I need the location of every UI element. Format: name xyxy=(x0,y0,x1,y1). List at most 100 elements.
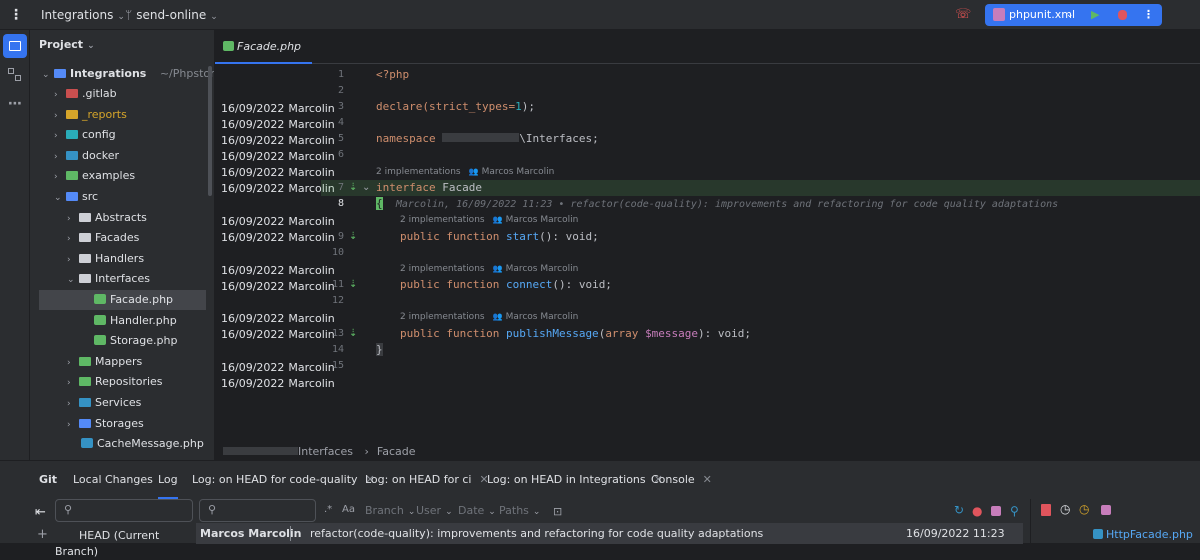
tree-item[interactable]: › Mappers xyxy=(67,352,142,372)
history-icon[interactable]: ◷ xyxy=(1060,502,1070,516)
chevron-right-icon[interactable]: › xyxy=(67,353,79,373)
blame-annotation[interactable]: 16/09/2022 Marcolin xyxy=(221,327,335,343)
blame-annotation[interactable]: 16/09/2022 Marcolin xyxy=(221,149,335,165)
filter-branch[interactable]: Branch ⌄ xyxy=(365,499,415,522)
history-highlight-icon[interactable]: ◷ xyxy=(1079,502,1089,516)
blame-annotation[interactable]: 16/09/2022 Marcolin xyxy=(221,165,335,181)
blame-annotation[interactable]: 16/09/2022 Marcolin xyxy=(221,279,335,295)
implemented-gutter-icon[interactable]: ⇣ xyxy=(349,229,359,245)
chevron-right-icon[interactable]: › xyxy=(54,85,66,105)
cherry-icon[interactable]: ● xyxy=(972,504,982,518)
tree-item[interactable]: › Abstracts xyxy=(67,208,147,228)
tab-console[interactable]: Console ✕ xyxy=(651,461,712,499)
tab-facade-php[interactable]: Facade.php xyxy=(215,30,312,64)
chevron-right-icon[interactable]: › xyxy=(54,167,66,187)
refresh-icon[interactable]: ↻ xyxy=(954,503,964,517)
tree-item[interactable]: › examples xyxy=(54,166,135,186)
code-vision-hint[interactable]: 2 implementations 👥 Marcos Marcolin xyxy=(400,262,578,276)
author-hint[interactable]: Marcos Marcolin xyxy=(482,167,555,177)
match-case-icon[interactable]: Aa xyxy=(342,504,355,515)
chevron-down-icon[interactable]: ⌄ xyxy=(54,188,66,208)
tab-log-integrations[interactable]: Log: on HEAD in Integrations ✕ xyxy=(487,461,663,499)
tree-scrollbar[interactable] xyxy=(208,66,212,196)
main-menu-icon[interactable]: ⋮ xyxy=(9,0,23,30)
chevron-right-icon[interactable]: › xyxy=(67,209,79,229)
author-hint[interactable]: Marcos Marcolin xyxy=(506,312,579,322)
more-icon[interactable]: ⋮ xyxy=(1143,4,1154,26)
blame-annotation[interactable]: 16/09/2022 Marcolin xyxy=(221,133,335,149)
chevron-right-icon[interactable]: › xyxy=(54,147,66,167)
blame-annotation[interactable]: 16/09/2022 Marcolin xyxy=(221,376,335,392)
tab-local-changes[interactable]: Local Changes xyxy=(73,461,153,499)
regex-icon[interactable]: .* xyxy=(324,504,332,515)
chevron-right-icon[interactable]: › xyxy=(67,250,79,270)
tree-item[interactable]: › Services xyxy=(67,393,141,413)
implementations-hint[interactable]: 2 implementations xyxy=(376,167,461,177)
tree-item[interactable]: ⌄ src xyxy=(54,187,98,207)
chevron-right-icon[interactable]: › xyxy=(67,229,79,249)
project-panel-title[interactable]: Project ⌄ xyxy=(39,38,95,51)
run-icon[interactable]: ▶ xyxy=(1091,4,1099,26)
branch-row[interactable]: HEAD (Current Branch) xyxy=(55,528,193,558)
branch-search-input[interactable]: ⚲ xyxy=(55,499,193,522)
collapse-panel-icon[interactable]: ⇤ xyxy=(35,505,46,520)
fold-chevron-icon[interactable]: ⌄ xyxy=(362,180,372,196)
implemented-gutter-icon[interactable]: ⇣ xyxy=(349,277,359,293)
tree-item[interactable]: ⌄ Interfaces xyxy=(67,269,150,289)
phone-icon[interactable]: ☏ xyxy=(955,0,971,30)
tree-item[interactable]: CacheMessage.php xyxy=(67,434,204,454)
project-selector[interactable]: Integrations ⌄ xyxy=(41,0,125,30)
tree-item[interactable]: › config xyxy=(54,125,116,145)
tree-item[interactable]: Facade.php xyxy=(39,290,206,310)
project-tool-icon[interactable] xyxy=(3,34,27,58)
code-vision-hint[interactable]: 2 implementations 👥 Marcos Marcolin xyxy=(376,165,554,179)
implemented-gutter-icon[interactable]: ⇣ xyxy=(349,326,359,342)
blame-annotation[interactable]: 16/09/2022 Marcolin xyxy=(221,311,335,327)
view-options-icon[interactable]: ⚲ xyxy=(1010,504,1019,518)
more-tools-icon[interactable]: ⋯ xyxy=(8,96,22,112)
chevron-right-icon[interactable]: › xyxy=(54,106,66,126)
tree-item[interactable]: › _reports xyxy=(54,105,127,125)
filter-user[interactable]: User ⌄ xyxy=(416,499,453,522)
changed-file-row[interactable]: HttpFacade.php xyxy=(1093,527,1193,543)
tree-item[interactable]: › Repositories xyxy=(67,372,163,392)
blame-annotation[interactable]: 16/09/2022 Marcolin xyxy=(221,230,335,246)
chevron-right-icon[interactable]: › xyxy=(54,126,66,146)
chevron-down-icon[interactable]: ⌄ xyxy=(67,270,79,290)
blame-annotation[interactable]: 16/09/2022 Marcolin xyxy=(221,263,335,279)
tree-item[interactable]: › Handlers xyxy=(67,249,144,269)
cherry-pick-icon[interactable]: ⊡ xyxy=(553,505,562,518)
blame-annotation[interactable]: 16/09/2022 Marcolin xyxy=(221,117,335,133)
author-hint[interactable]: Marcos Marcolin xyxy=(506,215,579,225)
debug-icon[interactable] xyxy=(1118,10,1127,20)
chevron-right-icon[interactable]: › xyxy=(67,373,79,393)
tree-item[interactable]: › Storages xyxy=(67,414,144,434)
tree-item[interactable]: › .gitlab xyxy=(54,84,117,104)
run-config-selector[interactable]: phpunit.xml ⌄ ▶ ⋮ xyxy=(985,4,1162,26)
implementations-hint[interactable]: 2 implementations xyxy=(400,264,485,274)
breadcrumb-item[interactable]: Interfaces xyxy=(298,445,353,458)
tab-log-ci[interactable]: Log: on HEAD for ci ✕ xyxy=(365,461,489,499)
tab-log[interactable]: Log xyxy=(158,461,178,499)
chevron-right-icon[interactable]: › xyxy=(67,415,79,435)
tree-item[interactable]: › Facades xyxy=(67,228,139,248)
branch-selector[interactable]: ᛘ send-online ⌄ xyxy=(125,0,218,30)
add-icon[interactable]: + xyxy=(37,527,48,542)
code-vision-hint[interactable]: 2 implementations 👥 Marcos Marcolin xyxy=(400,310,578,324)
implementations-hint[interactable]: 2 implementations xyxy=(400,312,485,322)
breadcrumb-item[interactable]: Facade xyxy=(377,445,416,458)
log-search-input[interactable]: ⚲ xyxy=(199,499,316,522)
code-vision-hint[interactable]: 2 implementations 👥 Marcos Marcolin xyxy=(400,213,578,227)
blame-annotation[interactable]: 16/09/2022 Marcolin xyxy=(221,214,335,230)
blame-annotation[interactable]: 16/09/2022 Marcolin xyxy=(221,181,335,197)
blame-annotation[interactable]: 16/09/2022 Marcolin xyxy=(221,360,335,376)
filter-date[interactable]: Date ⌄ xyxy=(458,499,496,522)
commit-row[interactable]: Marcos Marcolin refactor(code-quality): … xyxy=(196,523,1023,544)
tree-item[interactable]: Handler.php xyxy=(80,311,177,331)
filter-paths[interactable]: Paths ⌄ xyxy=(499,499,540,522)
chevron-right-icon[interactable]: › xyxy=(67,394,79,414)
author-hint[interactable]: Marcos Marcolin xyxy=(506,264,579,274)
tree-item[interactable]: Storage.php xyxy=(80,331,177,351)
implemented-gutter-icon[interactable]: ⇣ xyxy=(349,180,359,196)
implementations-hint[interactable]: 2 implementations xyxy=(400,215,485,225)
